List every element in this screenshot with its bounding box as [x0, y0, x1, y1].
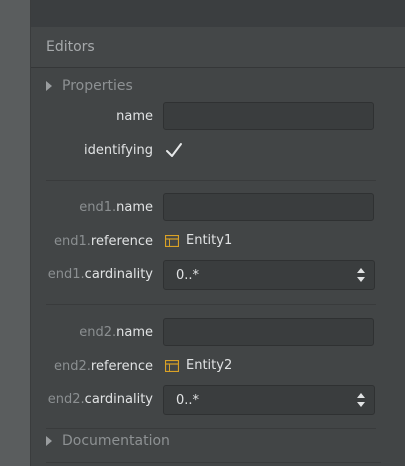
end2-name-input[interactable] — [163, 318, 374, 346]
identifying-label: identifying — [84, 143, 153, 158]
end2-reference-link[interactable]: Entity2 — [165, 358, 232, 373]
end1-cardinality-select[interactable]: 0..* — [163, 260, 375, 290]
end1-reference-label: end1.reference — [54, 234, 153, 249]
end2-cardinality-value: 0..* — [176, 393, 200, 408]
identifying-checkbox[interactable] — [164, 141, 184, 161]
divider — [46, 304, 376, 305]
divider — [46, 462, 381, 463]
checkmark-icon — [166, 143, 182, 157]
end1-reference-link[interactable]: Entity1 — [165, 233, 232, 248]
caret-right-icon — [46, 81, 52, 91]
end2-cardinality-row: end2.cardinality 0..* — [46, 384, 377, 416]
properties-section-toggle[interactable]: Properties — [46, 75, 133, 97]
end1-name-label: end1.name — [79, 200, 153, 215]
up-down-arrows-icon — [356, 267, 366, 283]
panel-header: Editors — [31, 27, 405, 68]
end2-name-row: end2.name — [46, 317, 377, 349]
name-input[interactable] — [163, 102, 374, 130]
end2-reference-value: Entity2 — [186, 358, 233, 373]
panel-title: Editors — [46, 39, 95, 55]
end1-reference-value: Entity1 — [186, 233, 233, 248]
end1-cardinality-value: 0..* — [176, 268, 200, 283]
end1-name-input[interactable] — [163, 193, 374, 221]
properties-section-label: Properties — [62, 78, 133, 94]
documentation-section-toggle[interactable]: Documentation — [46, 430, 170, 452]
end1-cardinality-label: end1.cardinality — [47, 267, 153, 282]
left-gutter — [0, 0, 31, 466]
caret-right-icon — [46, 436, 52, 446]
end2-name-label: end2.name — [79, 325, 153, 340]
top-toolbar — [31, 0, 405, 27]
divider — [46, 180, 376, 181]
end2-reference-label: end2.reference — [54, 359, 153, 374]
identifying-row: identifying — [46, 135, 377, 167]
up-down-arrows-icon — [356, 392, 366, 408]
end2-cardinality-label: end2.cardinality — [47, 392, 153, 407]
editors-panel: Editors Properties name identifying end1… — [31, 0, 405, 466]
entity-icon — [165, 234, 179, 247]
end2-cardinality-select[interactable]: 0..* — [163, 385, 375, 415]
end1-cardinality-row: end1.cardinality 0..* — [46, 259, 377, 291]
name-row: name — [46, 101, 377, 133]
end1-name-row: end1.name — [46, 192, 377, 224]
divider — [46, 428, 376, 429]
name-label: name — [116, 109, 153, 124]
documentation-section-label: Documentation — [62, 433, 170, 449]
end2-reference-row: end2.reference Entity2 — [46, 351, 377, 383]
entity-icon — [165, 359, 179, 372]
end1-reference-row: end1.reference Entity1 — [46, 226, 377, 258]
